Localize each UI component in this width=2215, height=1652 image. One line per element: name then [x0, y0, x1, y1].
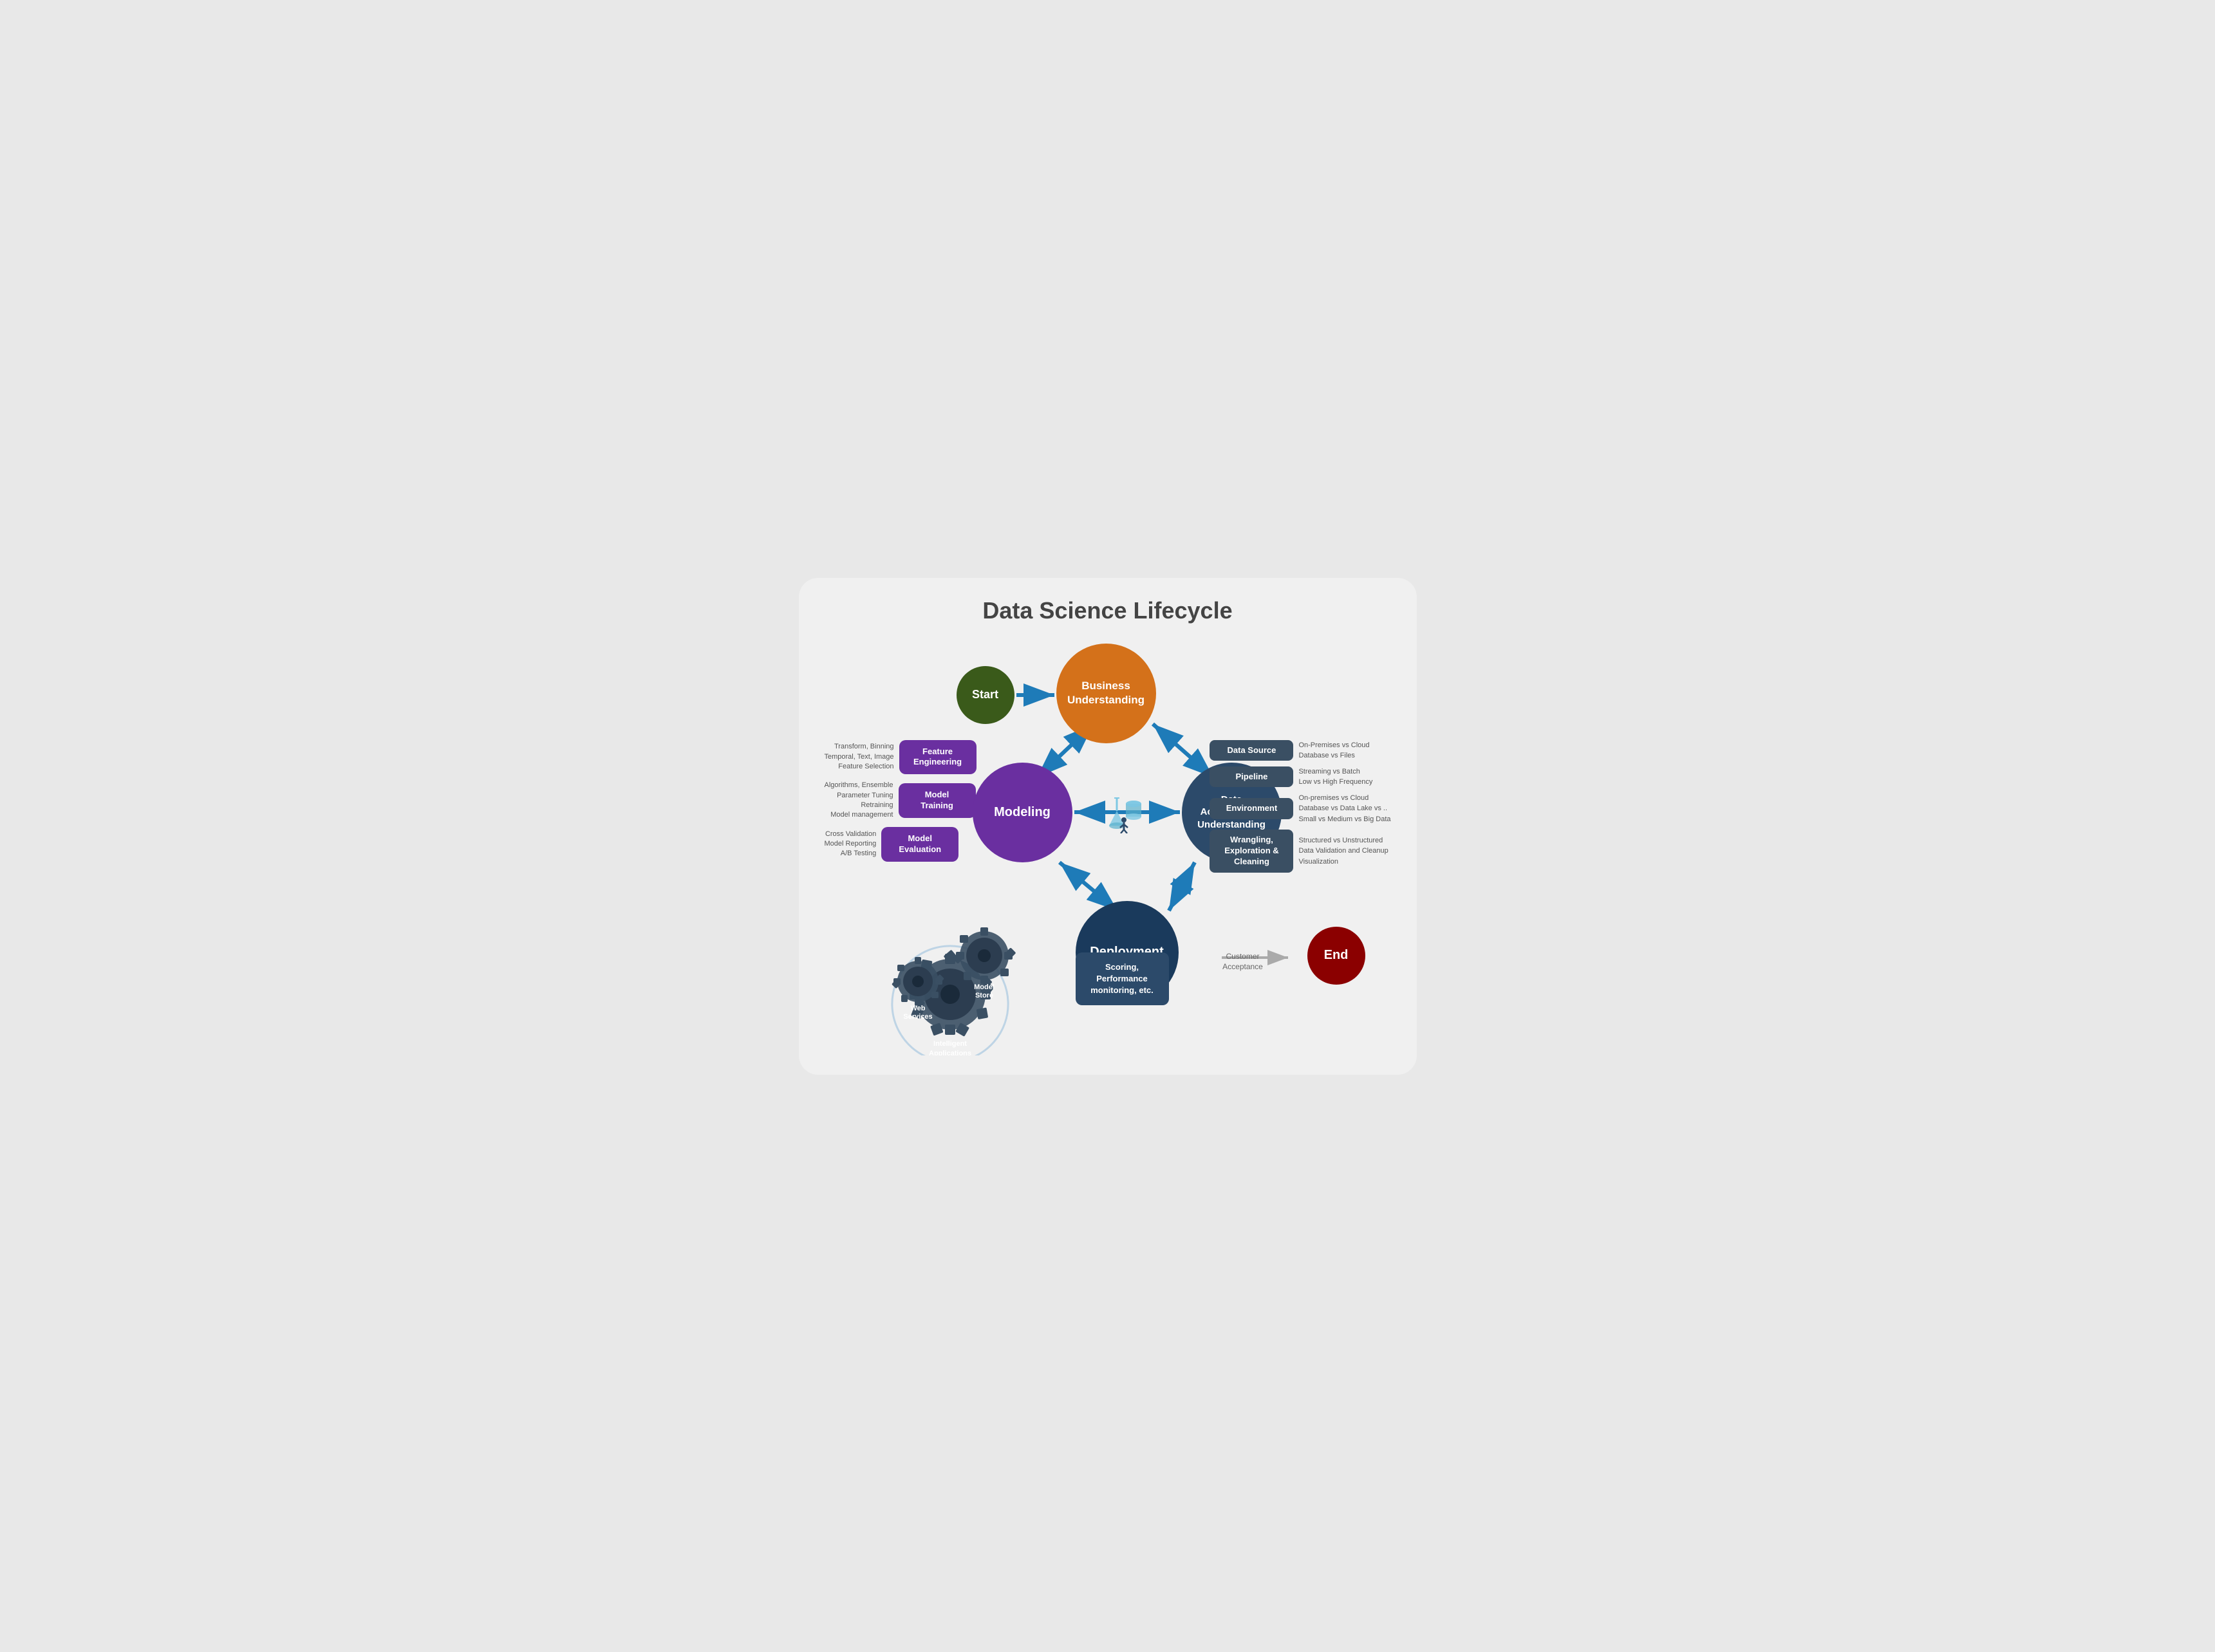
pipeline-item: Pipeline Streaming vs Batch Low vs High … [1210, 766, 1390, 788]
model-evaluation-box: Model Evaluation [881, 827, 958, 862]
wrangling-label: Structured vs Unstructured Data Validati… [1298, 835, 1388, 868]
start-circle: Start [957, 666, 1014, 724]
svg-text:Model: Model [974, 983, 995, 991]
pipeline-label: Streaming vs Batch Low vs High Frequency [1298, 766, 1372, 788]
business-circle: Business Understanding [1056, 644, 1156, 743]
feature-engineering-box: Feature Engineering [899, 740, 977, 775]
model-training-box: Model Training [899, 783, 976, 818]
model-training-label: Algorithms, Ensemble Parameter Tuning Re… [825, 781, 893, 821]
svg-text:Web: Web [910, 1005, 925, 1012]
feature-engineering-item: Transform, Binning Temporal, Text, Image… [825, 740, 977, 775]
customer-acceptance-label: Customer Acceptance [1220, 951, 1266, 973]
gears-section: Intelligent Applications [876, 920, 1018, 1049]
diagram-area: Start Business Understanding Transform, … [825, 637, 1391, 1055]
data-source-item: Data Source On-Premises vs Cloud Databas… [1210, 740, 1390, 761]
modeling-circle: Modeling [973, 763, 1072, 862]
left-section: Transform, Binning Temporal, Text, Image… [825, 740, 977, 862]
svg-text:Applications: Applications [928, 1050, 971, 1055]
pipeline-box: Pipeline [1210, 766, 1293, 788]
model-training-item: Algorithms, Ensemble Parameter Tuning Re… [825, 781, 977, 821]
wrangling-item: Wrangling, Exploration & Cleaning Struct… [1210, 830, 1390, 873]
data-source-box: Data Source [1210, 740, 1293, 761]
page-title: Data Science Lifecycle [825, 597, 1391, 624]
wrangling-box: Wrangling, Exploration & Cleaning [1210, 830, 1293, 873]
environment-item: Environment On-premises vs Cloud Databas… [1210, 793, 1390, 825]
end-circle: End [1307, 927, 1365, 985]
feature-engineering-label: Transform, Binning Temporal, Text, Image… [825, 742, 894, 772]
environment-box: Environment [1210, 798, 1293, 819]
data-source-label: On-Premises vs Cloud Database vs Files [1298, 740, 1369, 761]
svg-text:Intelligent: Intelligent [933, 1040, 967, 1048]
environment-label: On-premises vs Cloud Database vs Data La… [1298, 793, 1390, 825]
scoring-box: Scoring, Performance monitoring, etc. [1076, 952, 1169, 1006]
customer-acceptance-group: Customer Acceptance [1220, 951, 1266, 973]
right-section: Data Source On-Premises vs Cloud Databas… [1210, 740, 1390, 873]
model-evaluation-item: Cross Validation Model Reporting A/B Tes… [825, 827, 977, 862]
center-icons [1101, 795, 1146, 833]
diagram-container: Data Science Lifecycle [799, 578, 1417, 1075]
svg-text:Store: Store [975, 992, 993, 999]
model-evaluation-label: Cross Validation Model Reporting A/B Tes… [825, 830, 877, 859]
svg-text:Services: Services [903, 1013, 932, 1021]
